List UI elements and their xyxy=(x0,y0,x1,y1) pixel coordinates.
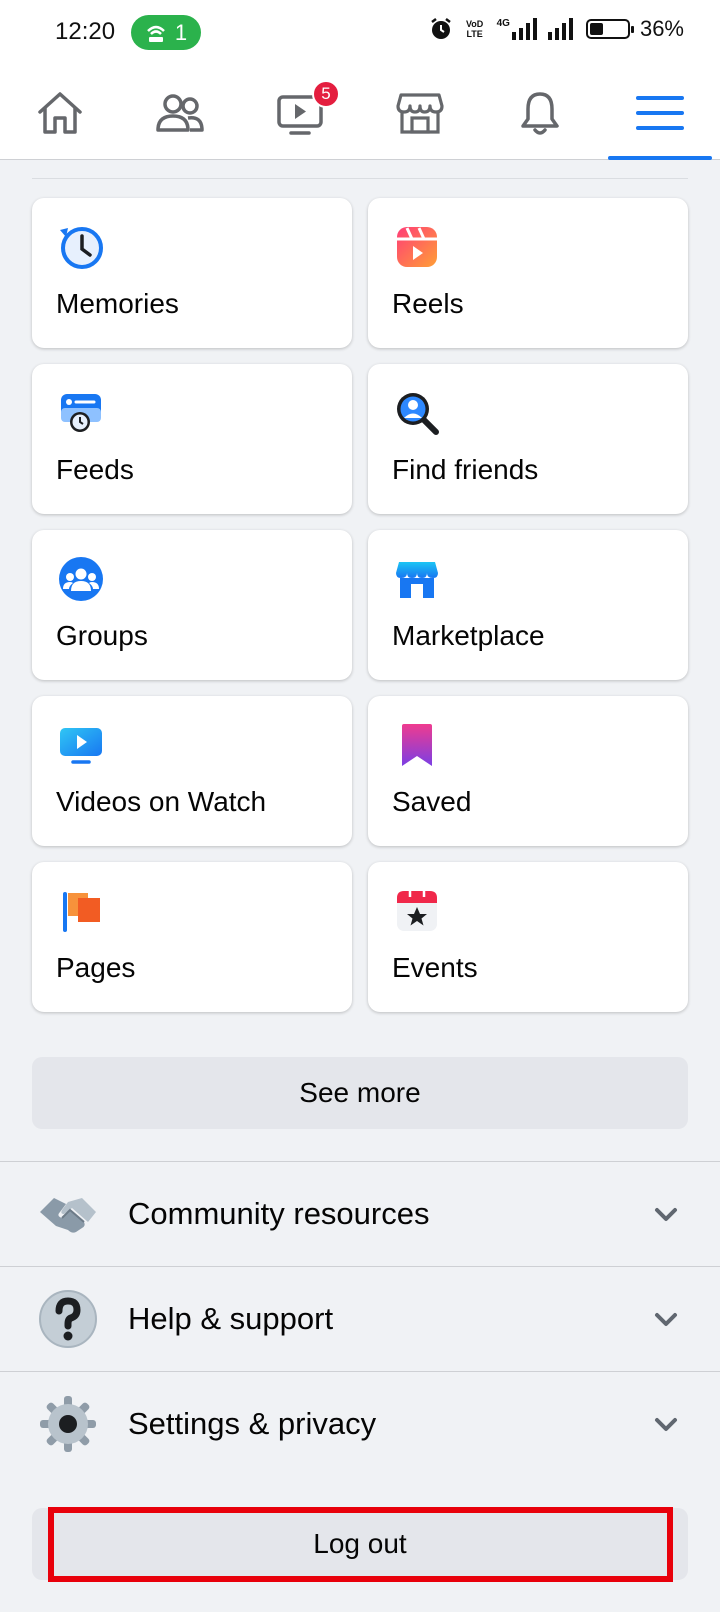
tab-watch[interactable]: 5 xyxy=(240,66,360,159)
signal-icon xyxy=(547,18,573,40)
shortcut-label: Feeds xyxy=(56,454,134,485)
shortcuts-grid: Memories Reels Feeds Find friends Groups… xyxy=(32,198,688,1012)
battery-icon xyxy=(585,19,634,39)
chevron-down-icon xyxy=(655,1417,677,1431)
shortcut-pages[interactable]: Pages xyxy=(32,862,352,1012)
gear-icon xyxy=(40,1395,96,1452)
handshake-icon xyxy=(40,1197,96,1233)
friends-icon xyxy=(156,93,204,132)
shortcut-label: Find friends xyxy=(392,454,539,485)
shortcut-label: Marketplace xyxy=(392,620,545,651)
hotspot-indicator[interactable]: 1 xyxy=(131,15,201,50)
tab-friends[interactable] xyxy=(120,66,240,159)
reels-icon xyxy=(397,227,437,267)
watch-notification-badge: 5 xyxy=(312,80,340,108)
status-time: 12:20 xyxy=(55,18,116,45)
chevron-down-icon xyxy=(655,1312,677,1326)
shortcut-label: Videos on Watch xyxy=(56,786,267,817)
shortcut-label: Pages xyxy=(56,952,136,983)
see-more-button[interactable]: See more xyxy=(32,1057,688,1129)
question-icon xyxy=(39,1289,97,1348)
shortcut-feeds[interactable]: Feeds xyxy=(32,364,352,514)
shortcut-videos-on-watch[interactable]: Videos on Watch xyxy=(32,696,352,846)
tab-notifications[interactable] xyxy=(480,66,600,159)
alarm-icon xyxy=(430,18,451,39)
section-settings-privacy[interactable]: Settings & privacy xyxy=(0,1371,720,1475)
shortcut-label: Events xyxy=(392,952,478,983)
status-bar: 12:20 1 VoD LTE 4G 36% xyxy=(0,0,720,66)
hotspot-icon xyxy=(146,25,165,42)
tab-marketplace[interactable] xyxy=(360,66,480,159)
divider xyxy=(32,178,688,179)
shortcut-memories[interactable]: Memories xyxy=(32,198,352,348)
watch-icon xyxy=(60,728,102,764)
shortcut-label: Saved xyxy=(392,786,472,817)
marketplace-icon xyxy=(396,562,438,598)
logout-button[interactable]: Log out xyxy=(32,1508,688,1580)
top-navigation: 5 xyxy=(0,66,720,160)
tab-home[interactable] xyxy=(0,66,120,159)
feeds-icon xyxy=(61,394,101,432)
pages-icon xyxy=(63,892,100,932)
shortcut-saved[interactable]: Saved xyxy=(368,696,688,846)
find-friends-icon xyxy=(397,393,439,435)
volte-icon: VoD LTE xyxy=(465,19,484,39)
shortcut-label: Groups xyxy=(56,620,148,651)
bell-icon xyxy=(521,91,559,135)
shortcut-label: Reels xyxy=(392,288,464,319)
store-icon xyxy=(396,92,444,134)
network-type: 4G xyxy=(497,18,538,40)
tab-menu[interactable] xyxy=(600,66,720,160)
hamburger-icon xyxy=(636,95,684,130)
shortcut-groups[interactable]: Groups xyxy=(32,530,352,680)
section-help-support[interactable]: Help & support xyxy=(0,1266,720,1370)
battery-percent: 36% xyxy=(639,16,684,41)
section-label: Settings & privacy xyxy=(128,1405,377,1441)
hotspot-count: 1 xyxy=(174,19,188,45)
groups-icon xyxy=(59,557,103,601)
shortcut-marketplace[interactable]: Marketplace xyxy=(368,530,688,680)
saved-icon xyxy=(402,724,432,766)
events-icon xyxy=(397,891,437,931)
chevron-down-icon xyxy=(655,1207,677,1221)
shortcut-reels[interactable]: Reels xyxy=(368,198,688,348)
shortcut-events[interactable]: Events xyxy=(368,862,688,1012)
section-community-resources[interactable]: Community resources xyxy=(0,1161,720,1265)
shortcut-find-friends[interactable]: Find friends xyxy=(368,364,688,514)
home-icon xyxy=(38,91,82,134)
section-label: Help & support xyxy=(128,1300,334,1336)
signal-icon xyxy=(511,18,537,40)
shortcut-label: Memories xyxy=(56,288,179,319)
section-label: Community resources xyxy=(128,1195,430,1231)
memories-icon xyxy=(60,227,103,269)
